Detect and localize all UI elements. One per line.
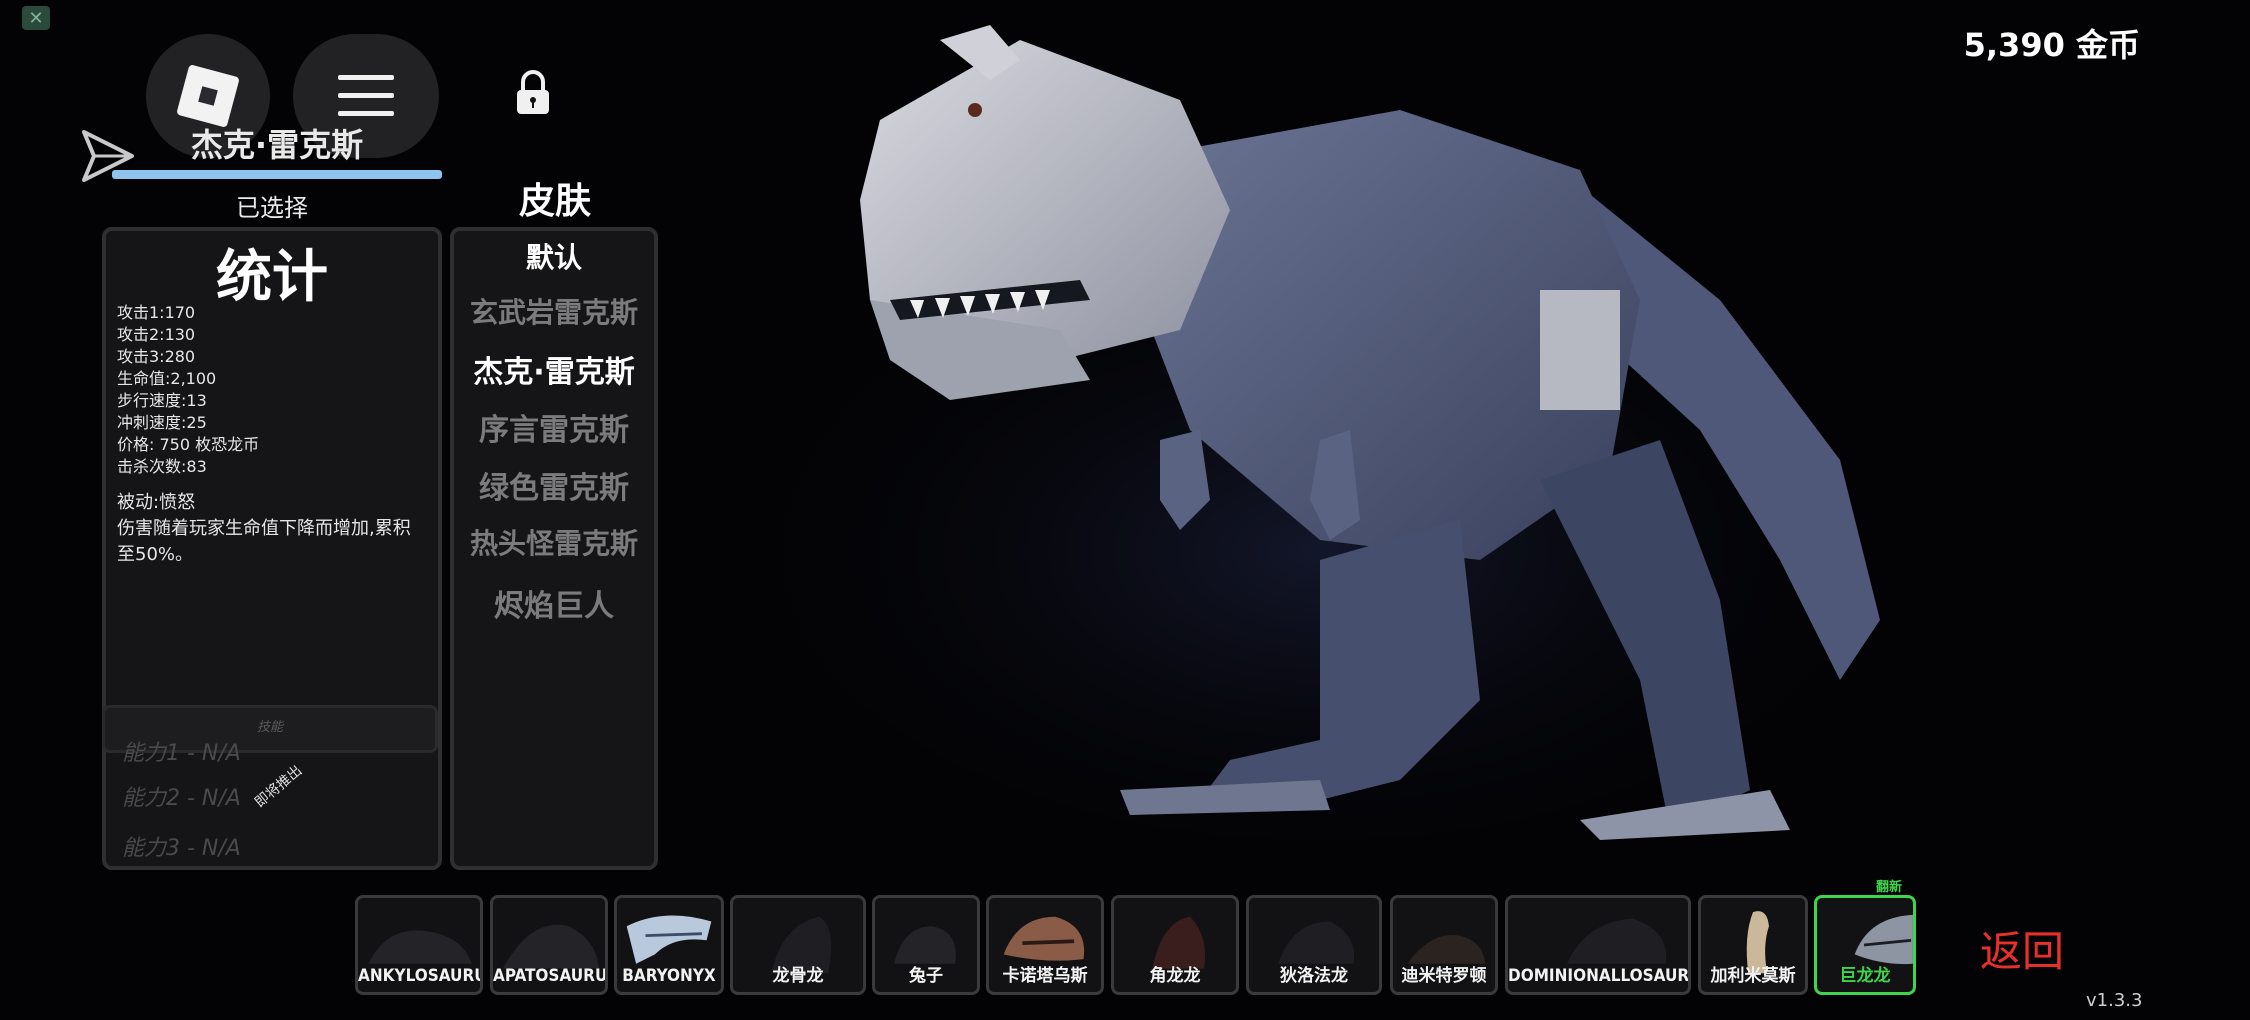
selected-status-label: 已选择 xyxy=(236,194,308,222)
roster-selected-tag: 翻新 xyxy=(1876,880,1903,895)
lock-icon xyxy=(517,70,549,114)
ability-1: 能力1 - N/A xyxy=(122,741,241,766)
roster-card[interactable]: APATOSAURUS xyxy=(490,895,608,995)
passive-description: 伤害随着玩家生命值下降而增加,累积至50%。 xyxy=(117,518,411,565)
stat-line: 攻击2:130 xyxy=(117,325,196,344)
roster-card[interactable]: 加利米莫斯 xyxy=(1698,895,1808,995)
name-underline-bar xyxy=(112,170,442,179)
roster-card[interactable]: 兔子 xyxy=(872,895,980,995)
roblox-logo-icon xyxy=(177,65,239,127)
roster-card[interactable]: 角龙龙 xyxy=(1111,895,1239,995)
stat-line: 击杀次数:83 xyxy=(117,457,207,476)
hamburger-menu-icon xyxy=(338,75,394,116)
roster-card[interactable]: BARYONYX xyxy=(614,895,724,995)
roster-card-label: DOMINIONALLOSAURUS xyxy=(1508,966,1690,986)
stat-line: 生命值:2,100 xyxy=(117,369,217,388)
skin-item-hothead-rex[interactable]: 热头怪雷克斯 xyxy=(454,522,654,562)
roster-card-label: 狄洛法龙 xyxy=(1280,966,1348,986)
roster-card-label: 角龙龙 xyxy=(1149,966,1201,986)
roster-card[interactable]: 龙骨龙 xyxy=(730,895,866,995)
passive-title: 被动:愤怒 xyxy=(117,492,196,513)
version-label: v1.3.3 xyxy=(2086,990,2143,1011)
roster-card-label: ANKYLOSAURUS xyxy=(358,966,480,986)
stat-line: 步行速度:13 xyxy=(117,391,207,410)
stats-list: 攻击1:170 攻击2:130 攻击3:280 生命值:2,100 步行速度:1… xyxy=(117,302,437,478)
skin-item-prologue-rex[interactable]: 序言雷克斯 xyxy=(454,405,654,449)
skin-item-ember-giant[interactable]: 烬焰巨人 xyxy=(454,581,654,625)
roster-card-label: 加利米莫斯 xyxy=(1710,966,1796,986)
skin-item-green-rex[interactable]: 绿色雷克斯 xyxy=(454,463,654,507)
abilities-header: 技能 xyxy=(256,720,283,735)
skin-item-default[interactable]: 默认 xyxy=(454,236,654,276)
stat-line: 价格: 750 枚恐龙币 xyxy=(117,435,260,454)
passive-ability: 被动:愤怒 伤害随着玩家生命值下降而增加,累积至50%。 xyxy=(117,490,417,568)
roster-card-label: 巨龙龙 xyxy=(1839,966,1891,986)
ability-2: 能力2 - N/A xyxy=(122,786,241,811)
roster-card[interactable]: DOMINIONALLOSAURUS xyxy=(1505,895,1691,995)
roster-card[interactable]: ANKYLOSAURUS xyxy=(355,895,483,995)
roster-card-label: 兔子 xyxy=(909,966,943,986)
lock-button[interactable] xyxy=(514,70,552,120)
close-icon[interactable]: ✕ xyxy=(22,6,50,30)
stat-line: 攻击1:170 xyxy=(117,303,196,322)
roster-card-selected[interactable]: 巨龙龙 xyxy=(1814,895,1916,995)
skin-item-jack-rex[interactable]: 杰克·雷克斯 xyxy=(454,347,654,391)
dinosaur-name: 杰克·雷克斯 xyxy=(190,126,364,164)
roster-card-label: BARYONYX xyxy=(622,966,716,986)
roster-card[interactable]: 狄洛法龙 xyxy=(1246,895,1382,995)
roster-card-label: 迪米特罗顿 xyxy=(1401,966,1487,986)
stats-title: 统计 xyxy=(216,245,328,310)
ability-3: 能力3 - N/A xyxy=(122,836,241,861)
roster-card-label: 龙骨龙 xyxy=(772,966,824,986)
roster-card[interactable]: 卡诺塔乌斯 xyxy=(986,895,1104,995)
stat-line: 冲刺速度:25 xyxy=(117,413,207,432)
back-button[interactable]: 返回 xyxy=(1980,918,2064,979)
roster-card-label: 卡诺塔乌斯 xyxy=(1002,966,1088,986)
roster-card-label: APATOSAURUS xyxy=(493,966,608,986)
dinosaur-model-render[interactable] xyxy=(760,0,1960,900)
coin-balance: 5,390 金币 xyxy=(1963,26,2140,64)
skins-title: 皮肤 xyxy=(518,181,591,222)
stat-line: 攻击3:280 xyxy=(117,347,196,366)
roster-card[interactable]: 迪米特罗顿 xyxy=(1390,895,1498,995)
skin-item-basalt-rex[interactable]: 玄武岩雷克斯 xyxy=(454,291,654,331)
